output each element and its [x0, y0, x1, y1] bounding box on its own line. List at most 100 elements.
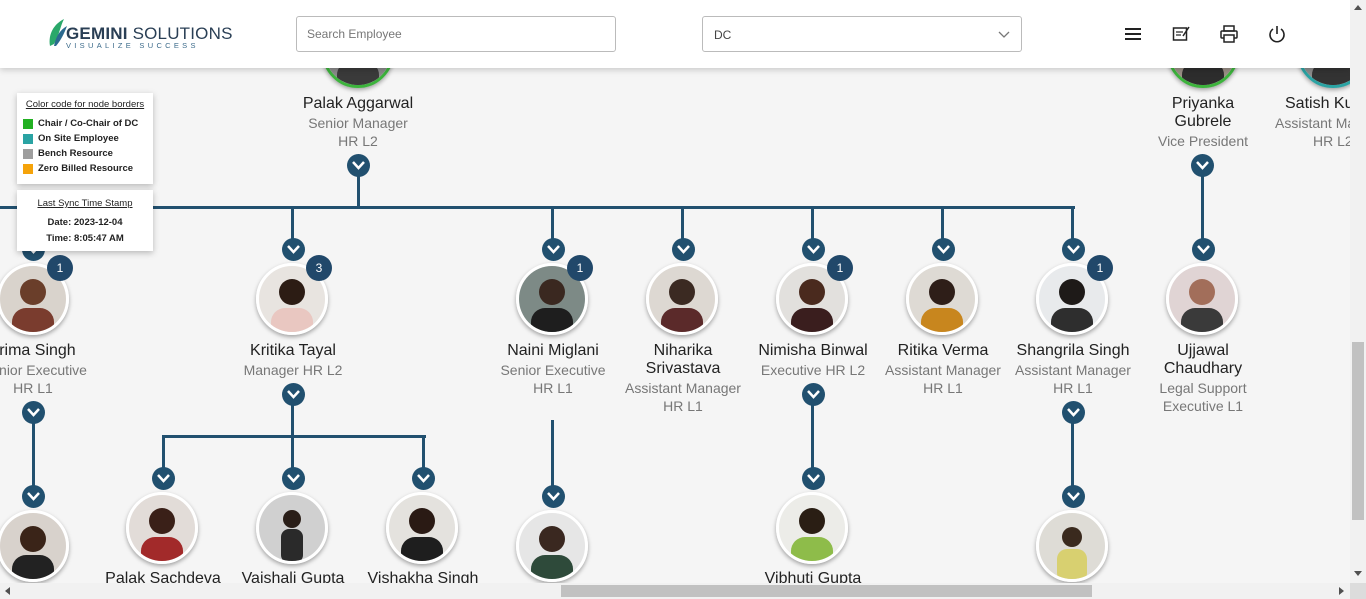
expand-toggle-chevron-icon[interactable] — [1191, 154, 1214, 177]
collapse-toggle-chevron-icon[interactable] — [1192, 238, 1215, 261]
connector-line — [0, 206, 1075, 209]
connector-line — [162, 435, 426, 438]
notes-icon[interactable] — [1171, 24, 1191, 44]
avatar-bottom-shangrila[interactable] — [1036, 510, 1108, 582]
designation-naini-miglani: Senior Executive — [500, 362, 606, 378]
level-garima-singh: HR L1 — [13, 380, 53, 396]
designation-nimisha-binwal: Executive HR L2 — [760, 362, 866, 378]
avatar-vaishali-gupta[interactable] — [256, 492, 328, 564]
name-nimisha-binwal: Nimisha Binwal — [758, 342, 868, 359]
scroll-right-arrow-icon[interactable] — [1339, 587, 1344, 595]
collapse-toggle-chevron-icon[interactable] — [672, 238, 695, 261]
collapse-toggle-chevron-icon[interactable] — [412, 467, 435, 490]
subordinate-count-badge: 3 — [306, 255, 332, 281]
collapse-toggle-chevron-icon[interactable] — [22, 485, 45, 508]
logo-tagline: VISUALIZE SUCCESS — [66, 41, 199, 50]
connector-line — [422, 435, 425, 471]
collapse-toggle-chevron-icon[interactable] — [802, 467, 825, 490]
collapse-toggle-chevron-icon[interactable] — [1062, 485, 1085, 508]
legend-swatch — [23, 133, 33, 144]
connector-line — [941, 206, 944, 242]
scroll-left-arrow-icon[interactable] — [5, 587, 10, 595]
subordinate-count-badge: 1 — [1087, 255, 1113, 281]
connector-line — [551, 420, 554, 490]
name-garima-singh: arima Singh — [0, 342, 76, 359]
department-selected-value: DC — [714, 28, 732, 42]
legend-label: Zero Billed Resource — [38, 163, 134, 174]
avatar-palak-sachdeva[interactable] — [126, 492, 198, 564]
connector-line — [1071, 206, 1074, 242]
top-header: GEMINI SOLUTIONS VISUALIZE SUCCESS DC — [0, 0, 1350, 68]
menu-icon[interactable] — [1123, 24, 1143, 44]
collapse-toggle-chevron-icon[interactable] — [932, 238, 955, 261]
connector-line — [291, 206, 294, 242]
name-ujjawal-line1: Ujjawal — [1177, 342, 1229, 359]
border-color-legend: Color code for node borders Chair / Co-C… — [17, 93, 153, 184]
gemini-logo[interactable]: GEMINI SOLUTIONS VISUALIZE SUCCESS — [46, 18, 232, 52]
subordinate-count-badge: 1 — [567, 255, 593, 281]
horizontal-scroll-thumb[interactable] — [561, 585, 1092, 597]
collapse-toggle-chevron-icon[interactable] — [542, 485, 565, 508]
designation-shangrila-singh: Assistant Manager — [1015, 362, 1131, 378]
designation-garima-singh: nior Executive — [0, 362, 87, 378]
designation-ujjawal: Legal Support — [1159, 380, 1247, 396]
level-ritika-verma: HR L1 — [923, 380, 963, 396]
expand-toggle-chevron-icon[interactable] — [22, 401, 45, 424]
connector-line — [1071, 420, 1074, 490]
name-satish: Satish Ku — [1285, 95, 1354, 112]
avatar-bottom-naini[interactable] — [516, 510, 588, 582]
expand-toggle-chevron-icon[interactable] — [802, 383, 825, 406]
designation-niharika: Assistant Manager — [625, 380, 741, 396]
collapse-toggle-chevron-icon[interactable] — [282, 238, 305, 261]
horizontal-scrollbar[interactable] — [0, 583, 1350, 599]
avatar-vishakha-singh[interactable] — [386, 492, 458, 564]
level-naini-miglani: HR L1 — [533, 380, 573, 396]
collapse-toggle-chevron-icon[interactable] — [1062, 238, 1085, 261]
legend-item: Zero Billed Resource — [23, 161, 147, 176]
chevron-down-icon — [998, 31, 1010, 38]
legend-label: Chair / Co-Chair of DC — [38, 118, 139, 129]
level-palak-aggarwal: HR L2 — [338, 133, 378, 149]
connector-line — [681, 206, 684, 242]
avatar-niharika-srivastava[interactable] — [646, 263, 718, 335]
collapse-toggle-chevron-icon[interactable] — [282, 467, 305, 490]
legend-item: Chair / Co-Chair of DC — [23, 116, 147, 131]
connector-line — [1201, 172, 1204, 242]
connector-line — [811, 402, 814, 472]
level-shangrila-singh: HR L1 — [1053, 380, 1093, 396]
legend-swatch — [23, 118, 33, 129]
name-naini-miglani: Naini Miglani — [507, 342, 599, 359]
expand-toggle-chevron-icon[interactable] — [347, 154, 370, 177]
vertical-scrollbar[interactable] — [1350, 0, 1366, 583]
org-chart-app: Palak Aggarwal Senior Manager HR L2 Priy… — [0, 0, 1366, 599]
expand-toggle-chevron-icon[interactable] — [1062, 401, 1085, 424]
designation-priyanka: Vice President — [1157, 133, 1248, 149]
search-employee-input[interactable] — [296, 16, 616, 52]
scroll-up-arrow-icon[interactable] — [1354, 5, 1362, 10]
level-niharika: HR L1 — [663, 398, 703, 414]
legend-item: On Site Employee — [23, 131, 147, 146]
avatar-ujjawal-chaudhary[interactable] — [1166, 263, 1238, 335]
legend-swatch — [23, 148, 33, 159]
avatar-ritika-verma[interactable] — [906, 263, 978, 335]
subordinate-count-badge: 1 — [827, 255, 853, 281]
name-niharika-line1: Niharika — [653, 342, 713, 359]
legend-swatch — [23, 163, 33, 174]
vertical-scroll-thumb[interactable] — [1352, 342, 1364, 520]
avatar-vibhuti-gupta[interactable] — [776, 492, 848, 564]
power-icon[interactable] — [1267, 24, 1287, 44]
collapse-toggle-chevron-icon[interactable] — [152, 467, 175, 490]
scroll-down-arrow-icon[interactable] — [1354, 571, 1362, 576]
legend-title: Color code for node borders — [25, 99, 145, 110]
avatar-bottom-left[interactable] — [0, 510, 69, 582]
name-niharika-line2: Srivastava — [645, 360, 721, 377]
print-icon[interactable] — [1219, 24, 1239, 44]
collapse-toggle-chevron-icon[interactable] — [802, 238, 825, 261]
sync-time: Time: 8:05:47 AM — [46, 233, 124, 244]
expand-toggle-chevron-icon[interactable] — [282, 383, 305, 406]
designation-ritika-verma: Assistant Manager — [885, 362, 1001, 378]
org-tree: Palak Aggarwal Senior Manager HR L2 Priy… — [0, 0, 1366, 587]
department-select[interactable]: DC — [702, 16, 1022, 52]
collapse-toggle-chevron-icon[interactable] — [542, 238, 565, 261]
connector-line — [357, 172, 360, 208]
